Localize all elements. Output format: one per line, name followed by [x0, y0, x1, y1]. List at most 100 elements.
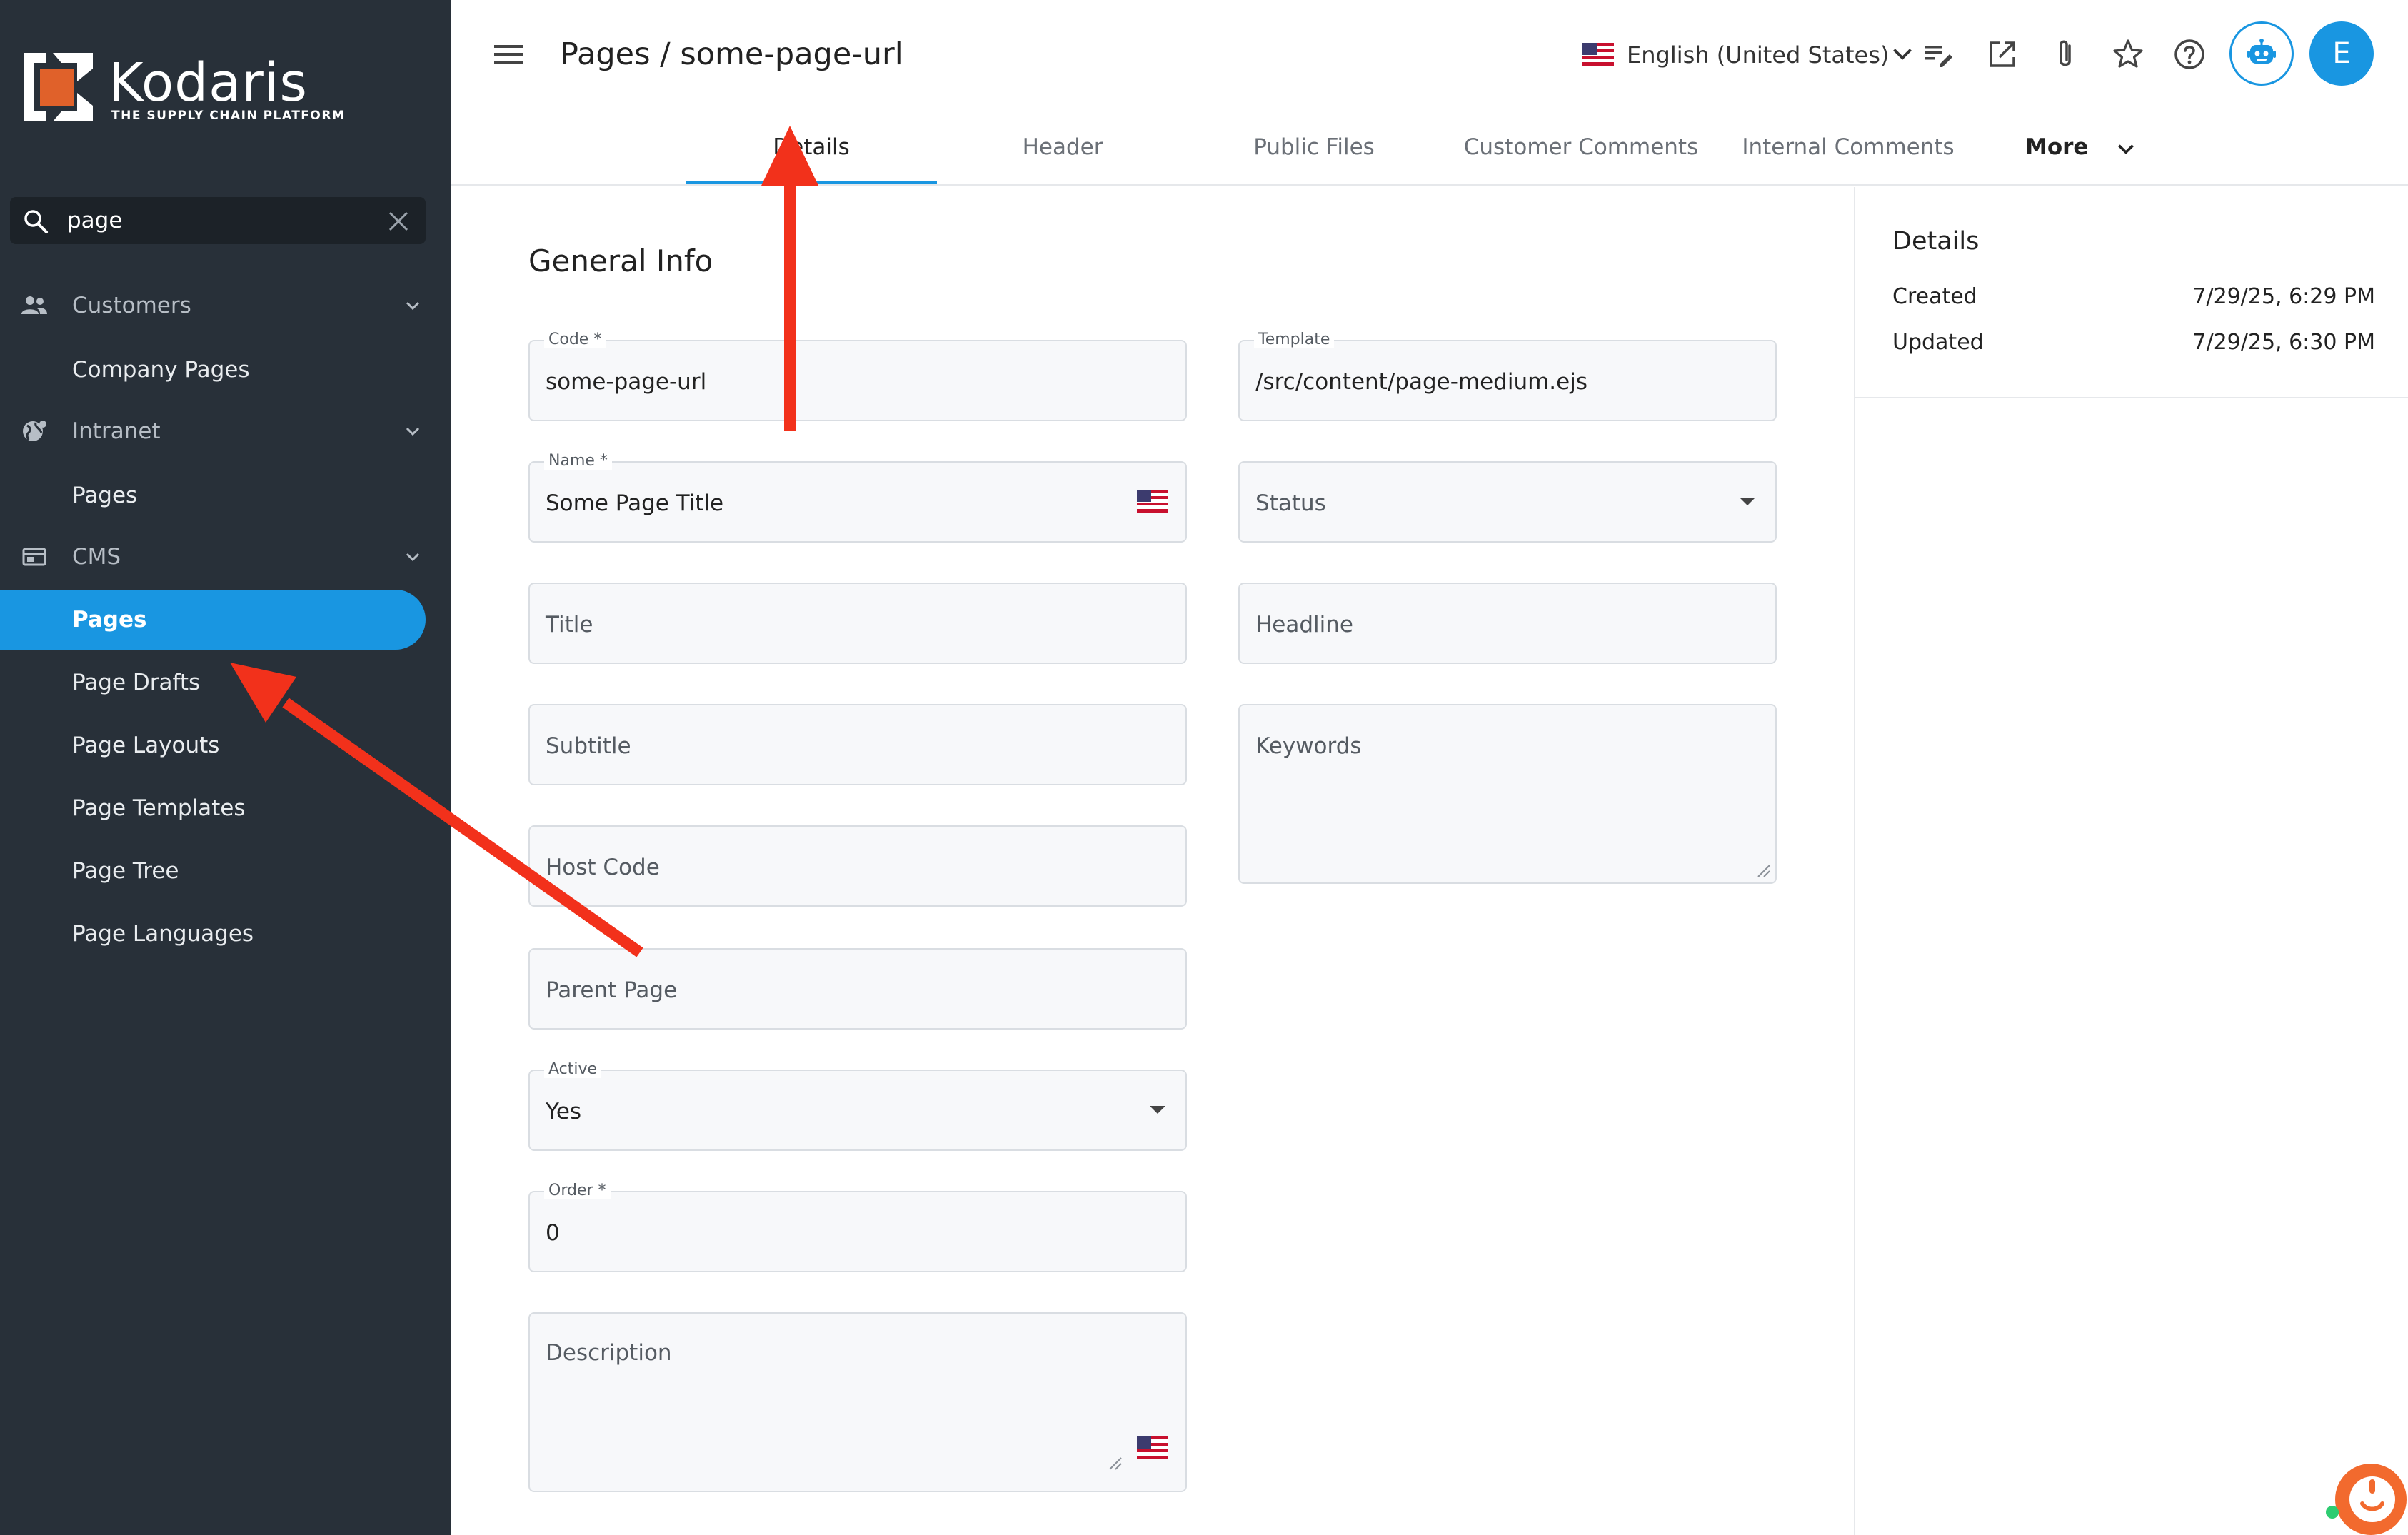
title-placeholder: Title: [546, 612, 593, 638]
code-value[interactable]: some-page-url: [546, 368, 706, 396]
sidebar-item-label: Page Tree: [72, 858, 179, 884]
chat-support-icon[interactable]: [2324, 1456, 2408, 1535]
headline-placeholder: Headline: [1255, 612, 1354, 638]
us-flag-icon[interactable]: [1137, 1436, 1168, 1459]
tab-label: Details: [773, 134, 850, 160]
sidebar-group-label: Intranet: [72, 418, 161, 444]
ai-assistant-button[interactable]: [2229, 21, 2294, 86]
kodaris-logo[interactable]: Kodaris THE SUPPLY CHAIN PLATFORM: [24, 52, 344, 131]
chevron-down-icon[interactable]: [1890, 41, 1915, 67]
caret-down-icon: [1150, 1106, 1165, 1114]
sidebar-group-customers[interactable]: Customers: [0, 277, 451, 334]
help-icon[interactable]: [2171, 36, 2208, 73]
sidebar-item-company-pages[interactable]: Company Pages: [0, 340, 426, 400]
code-label: Code *: [544, 331, 606, 348]
host-code-field[interactable]: Host Code: [528, 825, 1187, 907]
description-placeholder: Description: [546, 1340, 672, 1366]
chevron-down-icon: [406, 301, 420, 311]
globe-icon: [23, 421, 46, 441]
sidebar-item-page-languages[interactable]: Page Languages: [0, 904, 426, 964]
description-field[interactable]: Description: [528, 1312, 1187, 1492]
tab-internal-comments[interactable]: Internal Comments: [1722, 131, 1974, 184]
resize-handle-icon[interactable]: [1107, 1455, 1123, 1471]
user-avatar[interactable]: E: [2309, 21, 2374, 86]
parent-page-placeholder: Parent Page: [546, 977, 678, 1003]
sidebar-item-page-drafts[interactable]: Page Drafts: [0, 653, 426, 713]
tab-label: More: [2025, 134, 2089, 160]
sidebar: Kodaris THE SUPPLY CHAIN PLATFORM page C…: [0, 0, 451, 1535]
sidebar-item-intranet-pages[interactable]: Pages: [0, 465, 426, 525]
kodaris-logo-mark-icon: [24, 53, 93, 121]
language-selector[interactable]: English (United States): [1582, 39, 1911, 71]
sidebar-item-label: Page Layouts: [72, 733, 220, 758]
attachment-icon[interactable]: [2047, 36, 2084, 73]
sidebar-group-intranet[interactable]: Intranet: [0, 403, 451, 460]
tab-public-files[interactable]: Public Files: [1188, 131, 1440, 184]
logo-text: Kodaris: [109, 52, 308, 114]
people-icon: [21, 296, 47, 314]
status-select[interactable]: Status: [1238, 461, 1777, 543]
search-input[interactable]: page: [67, 208, 122, 233]
tab-customer-comments[interactable]: Customer Comments: [1440, 131, 1722, 184]
us-flag-icon: [1582, 43, 1614, 66]
language-label: English (United States): [1627, 41, 1890, 69]
created-value: 7/29/25, 6:29 PM: [2192, 284, 2375, 309]
edit-list-icon[interactable]: [1921, 36, 1958, 73]
logo-tagline: THE SUPPLY CHAIN PLATFORM: [111, 109, 346, 123]
sidebar-group-cms[interactable]: CMS: [0, 528, 451, 585]
tab-details[interactable]: Details: [686, 131, 937, 184]
open-external-icon[interactable]: [1984, 36, 2021, 73]
template-value[interactable]: /src/content/page-medium.ejs: [1255, 368, 1587, 396]
name-field[interactable]: Name * Some Page Title: [528, 453, 1187, 543]
details-panel: Details Created 7/29/25, 6:29 PM Updated…: [1854, 187, 2408, 1535]
sidebar-item-label: Page Templates: [72, 795, 246, 821]
template-field[interactable]: Template /src/content/page-medium.ejs: [1238, 331, 1777, 421]
code-field[interactable]: Code * some-page-url: [528, 331, 1187, 421]
sidebar-search[interactable]: page: [10, 197, 426, 244]
sidebar-item-label: Company Pages: [72, 357, 250, 383]
created-row: Created 7/29/25, 6:29 PM: [1892, 284, 2375, 313]
resize-handle-icon[interactable]: [1755, 862, 1771, 878]
active-select[interactable]: Active Yes: [528, 1061, 1187, 1151]
headline-field[interactable]: Headline: [1238, 583, 1777, 664]
sidebar-item-label: Pages: [72, 483, 138, 508]
caret-down-icon: [1740, 498, 1755, 505]
tab-label: Customer Comments: [1463, 134, 1699, 160]
sidebar-group-label: Customers: [72, 293, 191, 318]
order-value[interactable]: 0: [546, 1219, 560, 1247]
panel-divider: [1855, 397, 2408, 398]
chevron-down-icon: [2118, 144, 2134, 154]
name-value[interactable]: Some Page Title: [546, 490, 723, 517]
updated-label: Updated: [1892, 330, 1984, 355]
top-bar: Pages / some-page-url English (United St…: [451, 0, 2408, 186]
close-icon[interactable]: [387, 210, 410, 233]
hamburger-menu-icon[interactable]: [493, 41, 524, 67]
updated-row: Updated 7/29/25, 6:30 PM: [1892, 330, 2375, 358]
sidebar-item-page-tree[interactable]: Page Tree: [0, 841, 426, 901]
title-field[interactable]: Title: [528, 583, 1187, 664]
tab-more[interactable]: More: [2025, 131, 2154, 184]
bot-icon: [2247, 39, 2276, 64]
active-value: Yes: [546, 1099, 582, 1124]
tab-label: Header: [1022, 134, 1103, 160]
parent-page-field[interactable]: Parent Page: [528, 948, 1187, 1030]
host-code-placeholder: Host Code: [546, 855, 660, 880]
section-title: General Info: [528, 243, 713, 278]
sidebar-item-page-layouts[interactable]: Page Layouts: [0, 715, 426, 775]
star-icon[interactable]: [2109, 36, 2147, 73]
created-label: Created: [1892, 284, 1977, 309]
chevron-down-icon: [406, 553, 420, 562]
tab-header[interactable]: Header: [937, 131, 1188, 184]
order-field[interactable]: Order * 0: [528, 1182, 1187, 1272]
subtitle-placeholder: Subtitle: [546, 733, 631, 759]
keywords-field[interactable]: Keywords: [1238, 704, 1777, 884]
sidebar-item-page-templates[interactable]: Page Templates: [0, 778, 426, 838]
cms-icon: [22, 548, 46, 566]
us-flag-icon[interactable]: [1137, 490, 1168, 513]
status-placeholder: Status: [1255, 490, 1326, 516]
search-icon: [24, 210, 48, 233]
details-panel-title: Details: [1892, 227, 1980, 256]
keywords-placeholder: Keywords: [1255, 733, 1362, 759]
sidebar-item-cms-pages[interactable]: Pages: [0, 590, 426, 650]
subtitle-field[interactable]: Subtitle: [528, 704, 1187, 785]
